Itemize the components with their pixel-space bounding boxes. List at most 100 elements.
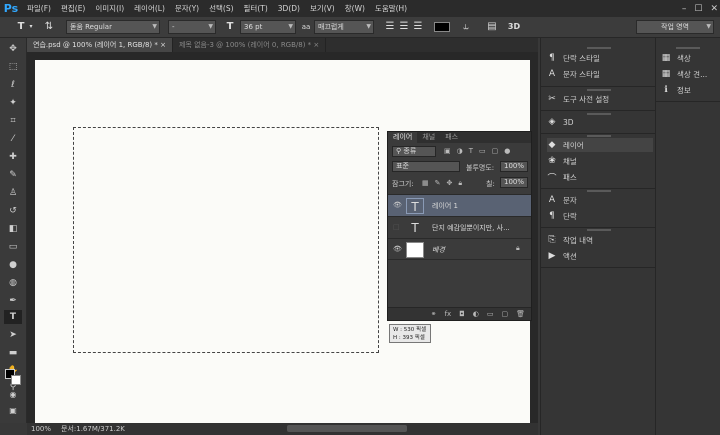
lasso-tool-icon[interactable]: ℓ: [4, 78, 22, 92]
workspace-select[interactable]: 작업 영역 ▼: [636, 20, 714, 34]
panel-grip[interactable]: [587, 89, 611, 91]
menu-filter[interactable]: 필터(T): [239, 0, 273, 17]
brush-tool-icon[interactable]: ✎: [4, 168, 22, 182]
adjustment-layer-icon[interactable]: ◐: [473, 310, 479, 318]
filter-adjust-icon[interactable]: ◑: [457, 147, 463, 155]
stamp-tool-icon[interactable]: ♙: [4, 186, 22, 200]
type-tool-icon[interactable]: T: [4, 310, 22, 324]
layer-name[interactable]: 배경: [432, 245, 445, 255]
tab-paths[interactable]: 패스: [440, 132, 463, 143]
menu-help[interactable]: 도움말(H): [370, 0, 412, 17]
fill-input[interactable]: 100%: [500, 177, 528, 188]
menu-select[interactable]: 선택(S): [204, 0, 238, 17]
quick-mask-icon[interactable]: ◉: [4, 388, 22, 402]
dock-3d[interactable]: ◈ 3D: [547, 115, 574, 129]
align-center-icon[interactable]: ☰: [398, 20, 410, 34]
new-group-icon[interactable]: ▭: [487, 310, 494, 318]
font-family-select[interactable]: 돋움 Regular ▼: [66, 20, 160, 34]
trash-icon[interactable]: 🗑︎: [516, 310, 525, 318]
panel-grip[interactable]: [587, 47, 611, 49]
lock-pixels-icon[interactable]: ▦: [422, 179, 429, 188]
chevron-down-icon[interactable]: ▾: [27, 20, 35, 34]
tab-layers[interactable]: 레이어: [388, 132, 418, 143]
3d-button[interactable]: 3D: [506, 20, 522, 34]
screen-mode-icon[interactable]: ▣: [4, 404, 22, 418]
layer-row[interactable]: 👁︎ 배경 🔒︎: [388, 238, 531, 260]
blend-mode-select[interactable]: 표준: [392, 161, 460, 172]
font-style-select[interactable]: - ▼: [168, 20, 216, 34]
type-tool-icon[interactable]: T: [14, 20, 28, 34]
menu-layer[interactable]: 레이어(L): [129, 0, 170, 17]
lock-all-icon[interactable]: 🔒︎: [458, 179, 462, 188]
quick-select-tool-icon[interactable]: ✦: [4, 96, 22, 110]
path-select-tool-icon[interactable]: ➤: [4, 328, 22, 342]
dock-tool-presets[interactable]: ✂ 도구 사전 설정: [547, 92, 609, 106]
filter-toggle-icon[interactable]: ●: [504, 147, 510, 155]
font-size-select[interactable]: 36 pt ▼: [240, 20, 296, 34]
text-color-swatch[interactable]: [434, 22, 450, 32]
minimize-button[interactable]: –: [682, 4, 687, 14]
align-left-icon[interactable]: ☰: [384, 20, 396, 34]
tab-document-2[interactable]: 제목 없음-3 @ 100% (레이어 0, RGB/8) * ×: [173, 38, 327, 52]
lock-position-icon[interactable]: ✥: [447, 179, 453, 188]
blur-tool-icon[interactable]: ●: [4, 258, 22, 272]
dodge-tool-icon[interactable]: ◍: [4, 276, 22, 290]
new-layer-icon[interactable]: ▢: [501, 310, 508, 318]
panel-grip[interactable]: [587, 190, 611, 192]
background-color-swatch[interactable]: [11, 375, 21, 385]
panel-grip[interactable]: [587, 135, 611, 137]
close-button[interactable]: ✕: [710, 4, 718, 14]
panel-grip[interactable]: [676, 47, 700, 49]
filter-type-icon[interactable]: T: [469, 147, 473, 155]
text-orientation-icon[interactable]: ⇅: [42, 20, 56, 34]
eyedropper-tool-icon[interactable]: ⁄: [4, 132, 22, 146]
dock-swatches[interactable]: ▦ 색상 견...: [661, 67, 708, 81]
zoom-level[interactable]: 100%: [31, 425, 51, 433]
maximize-button[interactable]: ☐: [694, 4, 702, 14]
close-icon[interactable]: ×: [313, 41, 319, 49]
gradient-tool-icon[interactable]: ▭: [4, 240, 22, 254]
panel-grip[interactable]: [587, 113, 611, 115]
menu-view[interactable]: 보기(V): [305, 0, 340, 17]
filter-pixel-icon[interactable]: ▣: [444, 147, 451, 155]
dock-info[interactable]: ℹ 정보: [661, 83, 691, 97]
dock-paths[interactable]: ⌒ 패스: [547, 170, 576, 184]
tab-channels[interactable]: 채널: [417, 132, 440, 143]
menu-file[interactable]: 파일(F): [22, 0, 56, 17]
menu-3d[interactable]: 3D(D): [273, 0, 305, 17]
dock-character-styles[interactable]: A 문자 스타일: [547, 67, 600, 81]
text-bounding-box[interactable]: [73, 127, 379, 353]
eye-icon[interactable]: 👁︎: [393, 201, 402, 209]
character-panel-icon[interactable]: ▤: [486, 20, 498, 34]
filter-smart-icon[interactable]: ▢: [492, 147, 499, 155]
shape-tool-icon[interactable]: ▬: [4, 346, 22, 360]
dock-history[interactable]: ⎘ 작업 내역: [547, 233, 593, 247]
warp-text-icon[interactable]: ⥿: [460, 20, 472, 34]
doc-size[interactable]: 문서:1.67M/371.2K: [61, 424, 125, 434]
dock-character[interactable]: A 문자: [547, 193, 577, 207]
tab-document-1[interactable]: 연습.psd @ 100% (레이어 1, RGB/8) * ×: [27, 38, 173, 52]
opacity-input[interactable]: 100%: [500, 161, 528, 172]
align-right-icon[interactable]: ☰: [412, 20, 424, 34]
dock-actions[interactable]: ▶ 액션: [547, 249, 577, 263]
antialias-select[interactable]: 매끄럽게 ▼: [314, 20, 374, 34]
layer-filter-select[interactable]: ⚲ 종류: [392, 146, 436, 157]
marquee-tool-icon[interactable]: ⬚: [4, 60, 22, 74]
menu-type[interactable]: 문자(Y): [170, 0, 204, 17]
menu-image[interactable]: 이미지(I): [90, 0, 129, 17]
dock-paragraph[interactable]: ¶ 단락: [547, 209, 577, 223]
move-tool-icon[interactable]: ✥: [4, 42, 22, 56]
eraser-tool-icon[interactable]: ◧: [4, 222, 22, 236]
crop-tool-icon[interactable]: ⌗: [4, 114, 22, 128]
eye-icon[interactable]: □: [393, 223, 400, 231]
dock-channels[interactable]: ❀ 채널: [547, 154, 577, 168]
layer-row[interactable]: 👁︎ T 레이어 1: [388, 194, 531, 216]
horizontal-scrollbar[interactable]: [287, 425, 407, 432]
dock-paragraph-styles[interactable]: ¶ 단락 스타일: [547, 51, 600, 65]
link-layers-icon[interactable]: ⚭: [431, 310, 437, 318]
filter-shape-icon[interactable]: ▭: [479, 147, 486, 155]
layer-name[interactable]: 레이어 1: [432, 201, 458, 211]
history-brush-tool-icon[interactable]: ↺: [4, 204, 22, 218]
menu-window[interactable]: 창(W): [340, 0, 370, 17]
healing-brush-tool-icon[interactable]: ✚: [4, 150, 22, 164]
